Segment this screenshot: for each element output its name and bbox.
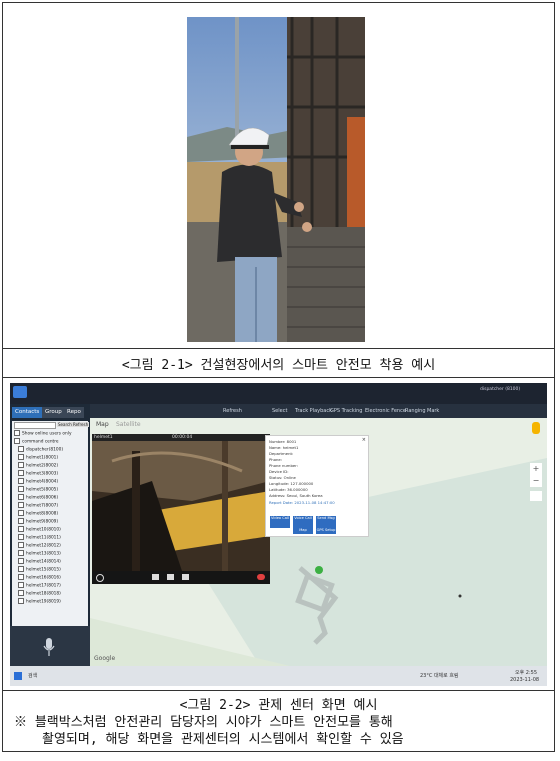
video-time: 00:00:04 <box>172 435 193 440</box>
toolbar-track-playback[interactable]: Track Playback <box>295 408 332 414</box>
toolbar-gps-tracking[interactable]: GPS Tracking <box>330 408 362 414</box>
settings-icon[interactable] <box>96 574 104 582</box>
list-item[interactable]: helmet7(8007) <box>18 502 58 509</box>
taskbar-search[interactable]: 검색 <box>28 672 37 679</box>
list-item[interactable]: helmet19(8019) <box>18 598 61 605</box>
fullscreen-icon[interactable] <box>530 491 542 501</box>
microphone-icon[interactable] <box>42 638 56 658</box>
window-controls[interactable] <box>480 394 540 409</box>
contact-tree: Search Refresh Show online users only co… <box>12 421 90 626</box>
record-icon[interactable] <box>167 574 174 580</box>
list-item[interactable]: helmet8(8008) <box>18 510 58 517</box>
info-line: Phone number: <box>269 463 298 468</box>
list-item[interactable]: helmet4(8004) <box>18 478 58 485</box>
list-item[interactable]: helmet16(8016) <box>18 574 61 581</box>
map-toolbar: Refresh Select Track Playback GPS Tracki… <box>10 404 547 418</box>
note-line-2: 촬영되며, 해당 화면을 관제센터의 시스템에서 확인할 수 있음 <box>42 732 404 747</box>
list-item[interactable]: helmet12(8012) <box>18 542 61 549</box>
helmet-camera-image <box>92 441 270 571</box>
info-line: Number: 8001 <box>269 439 297 444</box>
video-feed-window: helmet1 00:00:04 <box>92 434 270 584</box>
toolbar-refresh[interactable]: Refresh <box>223 408 242 414</box>
gps-setup-button[interactable]: GPS Setup <box>316 528 336 534</box>
list-item[interactable]: helmet15(8015) <box>18 566 61 573</box>
video-controls <box>92 571 270 584</box>
toolbar-ranging[interactable]: Ranging <box>405 408 426 414</box>
google-logo: Google <box>94 655 116 662</box>
app-logo-icon <box>13 386 27 398</box>
list-item[interactable]: dispatcher(8100) <box>18 446 63 453</box>
camera-icon[interactable] <box>152 574 159 580</box>
video-title: helmet1 <box>94 435 113 440</box>
info-line: Address: Seoul, South Korea <box>269 493 323 498</box>
info-line: Longitude: 127.000000 <box>269 481 314 486</box>
close-icon[interactable]: × <box>362 437 366 443</box>
toolbar-electronic-fence[interactable]: Electronic Fence <box>365 408 406 414</box>
tree-group[interactable]: command centre <box>14 438 59 445</box>
taskbar-time: 오후 2:55 <box>515 670 538 676</box>
app-header: dispatcher (8100) <box>10 383 547 409</box>
info-line: Device ID: <box>269 469 289 474</box>
list-item[interactable]: helmet1(8001) <box>18 454 58 461</box>
list-item[interactable]: helmet10(8010) <box>18 526 61 533</box>
tab-repo[interactable]: Repo <box>64 407 84 418</box>
divider <box>2 690 555 691</box>
figure-caption-1: <그림 2-1> 건설현장에서의 스마트 안전모 착용 예시 <box>121 358 436 373</box>
refresh-button[interactable]: Refresh <box>72 422 90 427</box>
info-line: Status: Online <box>269 475 296 480</box>
control-center-screenshot: dispatcher (8100) Refresh Select Track P… <box>10 383 547 686</box>
info-line: Latitude: 36.000000 <box>269 487 308 492</box>
toolbar-select[interactable]: Select <box>272 408 287 414</box>
list-item[interactable]: helmet9(8009) <box>18 518 58 525</box>
search-button[interactable]: Search <box>57 422 73 427</box>
online-only-toggle[interactable]: Show online users only <box>14 430 72 437</box>
list-item[interactable]: helmet3(8003) <box>18 470 58 477</box>
device-info-popup: × Number: 8001 Name: helmet1 Department:… <box>265 435 369 537</box>
zoom-controls[interactable]: + − <box>530 463 542 487</box>
toolbar-mark[interactable]: Mark <box>427 408 439 414</box>
construction-photo <box>187 17 365 342</box>
list-item[interactable]: helmet13(8013) <box>18 550 61 557</box>
divider <box>2 348 555 349</box>
list-item[interactable]: helmet5(8005) <box>18 486 58 493</box>
hangup-icon[interactable] <box>257 574 265 580</box>
list-item[interactable]: helmet6(8006) <box>18 494 58 501</box>
list-item[interactable]: helmet17(8017) <box>18 582 61 589</box>
user-label: dispatcher (8100) <box>480 387 521 392</box>
pegman-icon[interactable] <box>532 422 540 434</box>
info-line: Report Date: 2023-11-08 14:47:00 <box>269 500 335 505</box>
taskbar-date: 2023-11-08 <box>510 677 540 683</box>
info-line: Phone: <box>269 457 283 462</box>
divider <box>2 377 555 378</box>
list-item[interactable]: helmet2(8002) <box>18 462 58 469</box>
map-button[interactable]: Map <box>293 528 313 534</box>
windows-taskbar: 검색 23°C 대체로 흐림 오후 2:55 2023-11-08 <box>10 666 547 686</box>
weather-label: 23°C 대체로 흐림 <box>420 673 459 679</box>
tab-group[interactable]: Group <box>42 407 65 418</box>
video-call-button[interactable]: Video Call <box>270 516 290 528</box>
share-icon[interactable] <box>182 574 189 580</box>
info-line: Department: <box>269 451 294 456</box>
send-msg-button[interactable]: Send Msg <box>316 516 336 528</box>
user-location-marker <box>315 566 323 574</box>
info-line: Name: helmet1 <box>269 445 299 450</box>
tab-contacts[interactable]: Contacts <box>12 407 43 418</box>
list-item[interactable]: helmet18(8018) <box>18 590 61 597</box>
start-icon[interactable] <box>14 672 22 680</box>
list-item[interactable]: helmet11(8011) <box>18 534 61 541</box>
video-title-bar: helmet1 00:00:04 <box>92 434 270 441</box>
search-input[interactable] <box>14 422 56 429</box>
list-item[interactable]: helmet14(8014) <box>18 558 61 565</box>
voice-call-button[interactable]: Voice Call <box>293 516 313 528</box>
